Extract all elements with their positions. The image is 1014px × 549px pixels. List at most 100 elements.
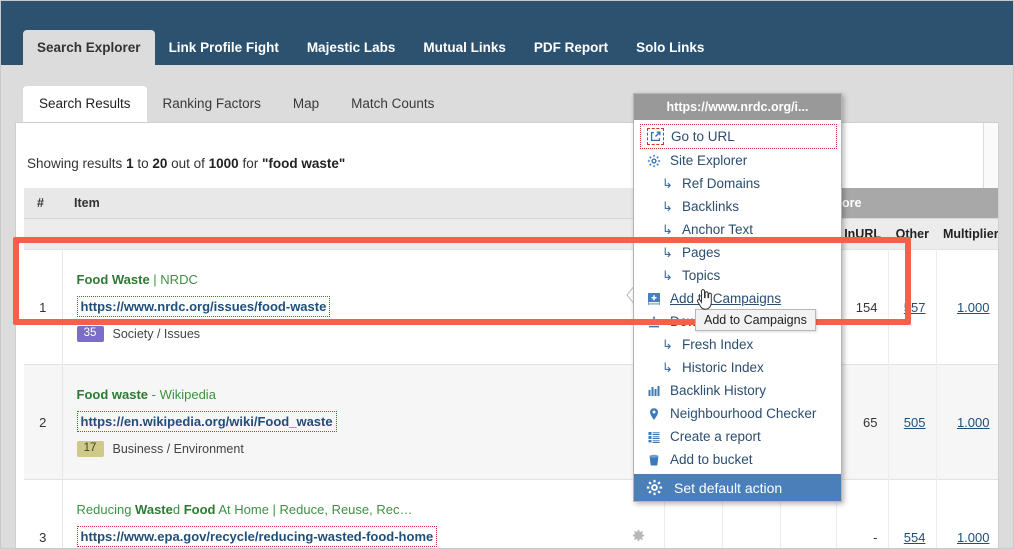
menu-item-label: Set default action bbox=[674, 479, 783, 496]
row-other[interactable]: 557 bbox=[888, 249, 937, 365]
tab-mutual-links[interactable]: Mutual Links bbox=[409, 30, 520, 65]
result-title-mid: d bbox=[172, 502, 184, 518]
arrow-sub-icon: ↳ bbox=[662, 336, 673, 352]
result-title[interactable]: Food waste - Wikipedia bbox=[77, 387, 607, 402]
row-other-link[interactable]: 557 bbox=[904, 300, 926, 315]
summary-to: 20 bbox=[152, 156, 168, 171]
menu-item-label: Site Explorer bbox=[670, 153, 748, 168]
table-group-header-row: # Item ore bbox=[24, 188, 998, 219]
menu-item-set-default-action[interactable]: Set default action bbox=[634, 474, 841, 501]
tab-map[interactable]: Map bbox=[277, 86, 335, 122]
summary-mid-3: for bbox=[238, 156, 262, 171]
menu-item-label: Anchor Text bbox=[682, 222, 754, 237]
table-row[interactable]: 3 Reducing Wasted Food At Home | Reduce,… bbox=[24, 479, 998, 548]
row-multiplier[interactable]: 1.000 bbox=[936, 479, 998, 548]
bucket-icon bbox=[644, 453, 664, 467]
menu-item-label: Ref Domains bbox=[682, 176, 761, 191]
arrow-sub-icon: ↳ bbox=[662, 175, 673, 191]
menu-item-ref-domains[interactable]: ↳ Ref Domains bbox=[634, 172, 841, 195]
summary-mid-2: out of bbox=[167, 156, 209, 171]
result-title-highlight-2: Food bbox=[183, 502, 216, 518]
table-row[interactable]: 2 Food waste - Wikipedia https://en.wiki… bbox=[24, 364, 998, 480]
result-url[interactable]: https://www.nrdc.org/issues/food-waste bbox=[76, 296, 331, 318]
column-header-multiplier[interactable]: Multiplier bbox=[936, 218, 998, 250]
row-multiplier-link[interactable]: 1.000 bbox=[957, 300, 990, 315]
row-multiplier[interactable]: 1.000 bbox=[936, 249, 998, 365]
row-multiplier-link[interactable]: 1.000 bbox=[957, 530, 990, 545]
result-meta: 17 Business / Environment bbox=[76, 441, 607, 457]
result-title[interactable]: Reducing Wasted Food At Home | Reduce, R… bbox=[77, 502, 607, 517]
result-url[interactable]: https://en.wikipedia.org/wiki/Food_waste bbox=[76, 411, 337, 433]
result-title-highlight: Waste bbox=[135, 502, 173, 518]
result-title[interactable]: Food Waste | NRDC bbox=[77, 272, 607, 287]
menu-item-label: Go to URL bbox=[671, 129, 735, 144]
tab-search-explorer[interactable]: Search Explorer bbox=[23, 30, 155, 65]
arrow-sub-icon: ↳ bbox=[662, 244, 673, 260]
tab-match-counts[interactable]: Match Counts bbox=[335, 86, 450, 122]
tab-search-results[interactable]: Search Results bbox=[23, 86, 147, 122]
topic-score-badge: 17 bbox=[76, 441, 104, 457]
menu-item-create-a-report[interactable]: Create a report bbox=[634, 425, 841, 448]
result-category: Society / Issues bbox=[112, 327, 201, 341]
result-title-rest: | NRDC bbox=[149, 272, 198, 288]
bar-chart-icon bbox=[644, 384, 664, 398]
menu-item-anchor-text[interactable]: ↳ Anchor Text bbox=[634, 218, 841, 241]
primary-tabs: Search Explorer Link Profile Fight Majes… bbox=[23, 30, 718, 65]
menu-item-label: Add to bucket bbox=[670, 452, 753, 467]
group-header-number: # bbox=[24, 188, 62, 219]
app-window: Search Explorer Link Profile Fight Majes… bbox=[0, 0, 1014, 549]
menu-item-fresh-index[interactable]: ↳ Fresh Index bbox=[634, 333, 841, 356]
menu-item-pages[interactable]: ↳ Pages bbox=[634, 241, 841, 264]
context-menu: https://www.nrdc.org/i... Go to URL Site… bbox=[633, 93, 842, 502]
result-title-highlight: Food Waste bbox=[76, 272, 150, 288]
menu-item-backlinks[interactable]: ↳ Backlinks bbox=[634, 195, 841, 218]
arrow-sub-icon: ↳ bbox=[662, 198, 673, 214]
row-other[interactable]: 554 bbox=[888, 479, 937, 548]
menu-item-go-to-url[interactable]: Go to URL bbox=[640, 124, 837, 149]
menu-item-label: Backlink History bbox=[670, 383, 767, 398]
menu-item-add-to-campaigns[interactable]: Add to Campaigns bbox=[634, 287, 841, 310]
row-multiplier-link[interactable]: 1.000 bbox=[957, 415, 990, 430]
row-multiplier[interactable]: 1.000 bbox=[936, 364, 998, 480]
arrow-sub-icon: ↳ bbox=[662, 267, 673, 283]
menu-item-site-explorer[interactable]: Site Explorer bbox=[634, 149, 841, 172]
column-header-other[interactable]: Other bbox=[888, 218, 936, 250]
arrow-sub-icon: ↳ bbox=[662, 221, 673, 237]
menu-item-label: Add to Campaigns bbox=[670, 291, 782, 306]
add-to-campaigns-icon bbox=[644, 292, 664, 306]
tab-solo-links[interactable]: Solo Links bbox=[622, 30, 718, 65]
menu-item-backlink-history[interactable]: Backlink History bbox=[634, 379, 841, 402]
gear-icon[interactable] bbox=[631, 528, 646, 543]
result-meta: 35 Society / Issues bbox=[76, 326, 607, 342]
result-url[interactable]: https://www.epa.gov/recycle/reducing-was… bbox=[76, 526, 438, 548]
search-results-panel: Showing results 1 to 20 out of 1000 for … bbox=[15, 122, 999, 548]
summary-mid-1: to bbox=[133, 156, 153, 171]
row-item-cell: Food waste - Wikipedia https://en.wikipe… bbox=[62, 364, 614, 480]
gear-icon bbox=[644, 154, 664, 168]
tab-ranking-factors[interactable]: Ranking Factors bbox=[147, 86, 277, 122]
row-inurl: - bbox=[836, 479, 889, 548]
row-item-cell: Reducing Wasted Food At Home | Reduce, R… bbox=[62, 479, 614, 548]
context-menu-title: https://www.nrdc.org/i... bbox=[634, 94, 841, 120]
column-header-inurl[interactable]: InURL bbox=[836, 218, 888, 250]
menu-item-historic-index[interactable]: ↳ Historic Index bbox=[634, 356, 841, 379]
result-title-highlight: Food waste bbox=[76, 387, 149, 403]
menu-item-add-to-bucket[interactable]: Add to bucket bbox=[634, 448, 841, 471]
group-header-item: Item bbox=[62, 188, 614, 219]
row-other-link[interactable]: 554 bbox=[904, 530, 926, 545]
menu-item-neighbourhood-checker[interactable]: Neighbourhood Checker bbox=[634, 402, 841, 425]
menu-item-topics[interactable]: ↳ Topics bbox=[634, 264, 841, 287]
tooltip: Add to Campaigns bbox=[695, 309, 816, 331]
menu-item-label: Fresh Index bbox=[682, 337, 754, 352]
row-other[interactable]: 505 bbox=[888, 364, 937, 480]
tab-pdf-report[interactable]: PDF Report bbox=[520, 30, 622, 65]
tab-link-profile-fight[interactable]: Link Profile Fight bbox=[155, 30, 293, 65]
column-header-number bbox=[24, 218, 62, 250]
row-number: 1 bbox=[24, 249, 63, 365]
result-title-rest: At Home | Reduce, Reuse, Rec… bbox=[215, 502, 413, 518]
result-category: Business / Environment bbox=[112, 442, 244, 456]
tab-majestic-labs[interactable]: Majestic Labs bbox=[293, 30, 410, 65]
menu-item-label: Create a report bbox=[670, 429, 761, 444]
row-other-link[interactable]: 505 bbox=[904, 415, 926, 430]
table-row[interactable]: 1 Food Waste | NRDC https://www.nrdc.org… bbox=[24, 249, 998, 365]
